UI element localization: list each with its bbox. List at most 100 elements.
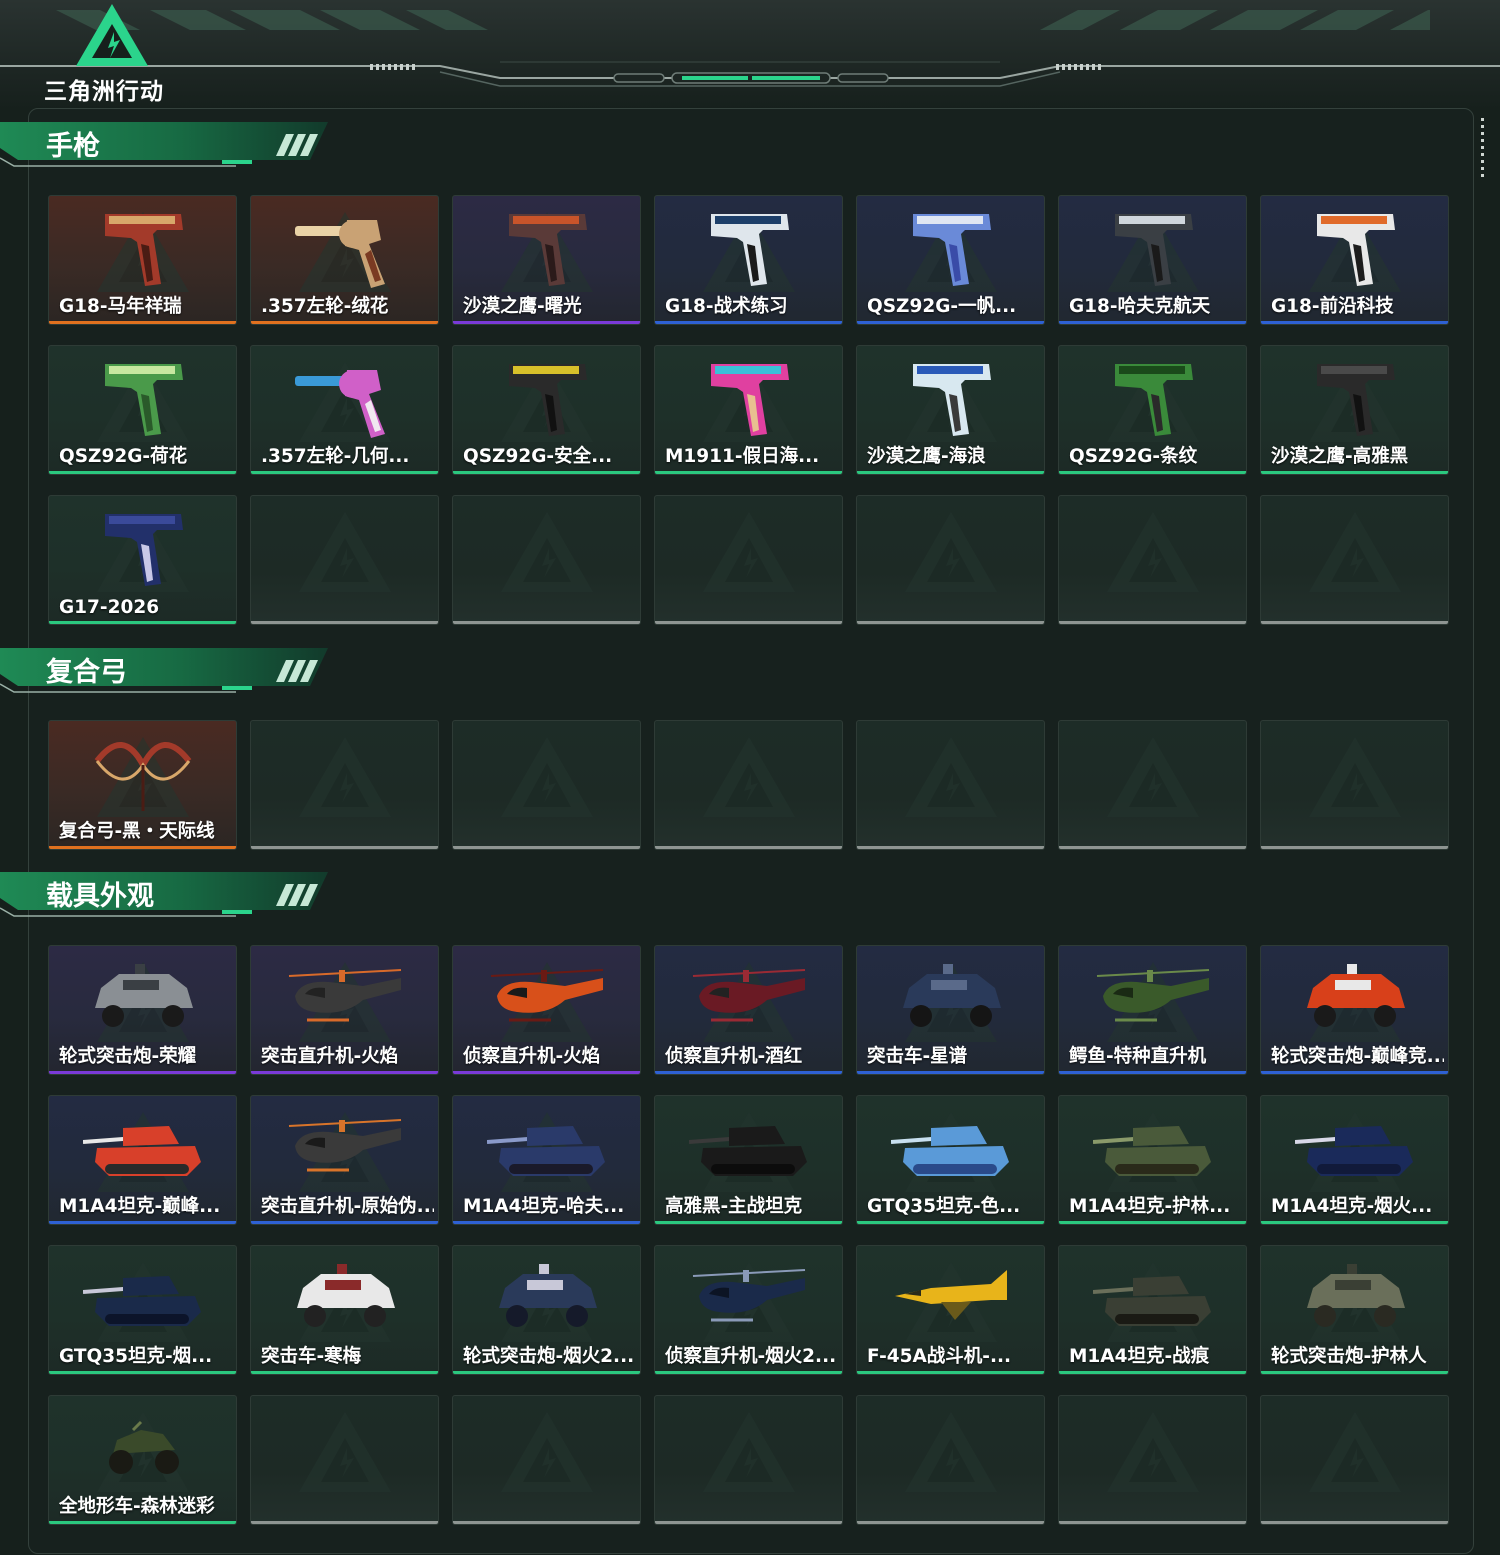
item-row: 轮式突击炮-荣耀 突击直升机-火焰 侦察直升机-火焰 侦察直升机-酒红 突击车-星谱 鳄鱼… — [48, 945, 1452, 1075]
tank-icon — [1092, 1100, 1213, 1194]
rarity-bar — [857, 1071, 1044, 1074]
skin-name: 轮式突击炮-巅峰竞... — [1271, 1046, 1444, 1067]
rarity-bar — [49, 1071, 236, 1074]
rarity-bar — [1261, 471, 1448, 474]
skin-card[interactable]: 沙漠之鹰-海浪 — [856, 345, 1045, 475]
skin-card[interactable]: 突击直升机-原始伪... — [250, 1095, 439, 1225]
skin-card[interactable]: M1A4坦克-巅峰... — [48, 1095, 237, 1225]
armored-car-icon — [1295, 950, 1415, 1044]
tank-icon — [486, 1100, 607, 1194]
skin-card[interactable]: F-45A战斗机-... — [856, 1245, 1045, 1375]
empty-slot — [856, 495, 1045, 625]
skin-card[interactable]: QSZ92G-安全... — [452, 345, 641, 475]
skin-name: M1A4坦克-战痕 — [1069, 1346, 1210, 1367]
helicopter-icon — [689, 1250, 809, 1344]
slot-bar — [1261, 846, 1448, 849]
empty-slot — [1260, 720, 1449, 850]
skin-card[interactable]: 全地形车-森林迷彩 — [48, 1395, 237, 1525]
skin-card[interactable]: QSZ92G-条纹 — [1058, 345, 1247, 475]
skin-card[interactable]: 复合弓-黑・天际线 — [48, 720, 237, 850]
skin-name: M1A4坦克-哈夫... — [463, 1196, 625, 1217]
item-row: 复合弓-黑・天际线 — [48, 720, 1452, 850]
skin-card[interactable]: 高雅黑-主战坦克 — [654, 1095, 843, 1225]
skin-card[interactable]: G18-马年祥瑞 — [48, 195, 237, 325]
empty-slot — [856, 1395, 1045, 1525]
section-title: 载具外观 — [46, 881, 154, 912]
skin-card[interactable]: G18-哈夫克航天 — [1058, 195, 1247, 325]
skin-card[interactable]: 轮式突击炮-烟火2... — [452, 1245, 641, 1375]
pistol-icon — [1093, 350, 1213, 444]
skin-card[interactable]: 侦察直升机-烟火2... — [654, 1245, 843, 1375]
rarity-bar — [49, 1371, 236, 1374]
skin-card[interactable]: M1A4坦克-烟火... — [1260, 1095, 1449, 1225]
delta-watermark-icon — [299, 737, 391, 817]
skin-card[interactable]: G17-2026 — [48, 495, 237, 625]
skin-card[interactable]: M1A4坦克-战痕 — [1058, 1245, 1247, 1375]
pistol-icon — [83, 500, 203, 594]
skin-card[interactable]: 沙漠之鹰-曙光 — [452, 195, 641, 325]
skin-name: 突击车-星谱 — [867, 1046, 968, 1067]
skin-name: 沙漠之鹰-海浪 — [867, 446, 986, 467]
pistol-icon — [891, 350, 1011, 444]
skin-card[interactable]: QSZ92G-一帆... — [856, 195, 1045, 325]
tank-icon — [1092, 1250, 1213, 1344]
skin-card[interactable]: 突击直升机-火焰 — [250, 945, 439, 1075]
skin-name: QSZ92G-条纹 — [1069, 446, 1198, 467]
skin-card[interactable]: G18-战术练习 — [654, 195, 843, 325]
skin-card[interactable]: G18-前沿科技 — [1260, 195, 1449, 325]
slot-bar — [251, 1521, 438, 1524]
slot-bar — [857, 1521, 1044, 1524]
empty-slot — [1260, 1395, 1449, 1525]
skin-card[interactable]: 轮式突击炮-巅峰竞... — [1260, 945, 1449, 1075]
delta-watermark-icon — [501, 737, 593, 817]
skin-card[interactable]: M1A4坦克-哈夫... — [452, 1095, 641, 1225]
helicopter-icon — [1093, 950, 1213, 1044]
skin-card[interactable]: M1A4坦克-护林... — [1058, 1095, 1247, 1225]
empty-slot — [250, 1395, 439, 1525]
skin-card[interactable]: 轮式突击炮-荣耀 — [48, 945, 237, 1075]
tank-icon — [82, 1100, 203, 1194]
skin-name: 侦察直升机-火焰 — [463, 1046, 601, 1067]
delta-watermark-icon — [299, 1412, 391, 1492]
empty-slot — [452, 720, 641, 850]
delta-watermark-icon — [703, 1412, 795, 1492]
skin-card[interactable]: 轮式突击炮-护林人 — [1260, 1245, 1449, 1375]
rarity-bar — [453, 471, 640, 474]
armored-car-icon — [487, 1250, 607, 1344]
rarity-bar — [1059, 1221, 1246, 1224]
slot-bar — [251, 846, 438, 849]
slot-bar — [453, 1521, 640, 1524]
section-title: 复合弓 — [46, 657, 127, 688]
pistol-icon — [83, 200, 203, 294]
item-row: GTQ35坦克-烟... 突击车-寒梅 轮式突击炮-烟火2... 侦察直升机-烟火2.… — [48, 1245, 1452, 1375]
slot-bar — [857, 621, 1044, 624]
rarity-bar — [251, 321, 438, 324]
skin-card[interactable]: GTQ35坦克-烟... — [48, 1245, 237, 1375]
skin-card[interactable]: 侦察直升机-酒红 — [654, 945, 843, 1075]
rarity-bar — [1059, 1071, 1246, 1074]
scrollbar[interactable] — [1480, 118, 1486, 180]
skin-card[interactable]: 侦察直升机-火焰 — [452, 945, 641, 1075]
skin-card[interactable]: 突击车-星谱 — [856, 945, 1045, 1075]
rarity-bar — [1261, 321, 1448, 324]
skin-name: G17-2026 — [59, 597, 160, 618]
delta-watermark-icon — [905, 1412, 997, 1492]
delta-watermark-icon — [299, 512, 391, 592]
skin-card[interactable]: 突击车-寒梅 — [250, 1245, 439, 1375]
skin-card[interactable]: 鳄鱼-特种直升机 — [1058, 945, 1247, 1075]
delta-watermark-icon — [501, 512, 593, 592]
skin-name: F-45A战斗机-... — [867, 1346, 1012, 1367]
delta-watermark-icon — [1309, 512, 1401, 592]
rarity-bar — [49, 471, 236, 474]
skin-card[interactable]: M1911-假日海... — [654, 345, 843, 475]
rarity-bar — [1059, 1371, 1246, 1374]
skin-card[interactable]: .357左轮-几何... — [250, 345, 439, 475]
skin-card[interactable]: 沙漠之鹰-高雅黑 — [1260, 345, 1449, 475]
pistol-icon — [1295, 350, 1415, 444]
skin-card[interactable]: QSZ92G-荷花 — [48, 345, 237, 475]
armored-car-icon — [83, 950, 203, 1044]
skin-card[interactable]: GTQ35坦克-色... — [856, 1095, 1045, 1225]
skin-card[interactable]: .357左轮-绒花 — [250, 195, 439, 325]
rarity-bar — [49, 621, 236, 624]
skin-name: GTQ35坦克-烟... — [59, 1346, 213, 1367]
